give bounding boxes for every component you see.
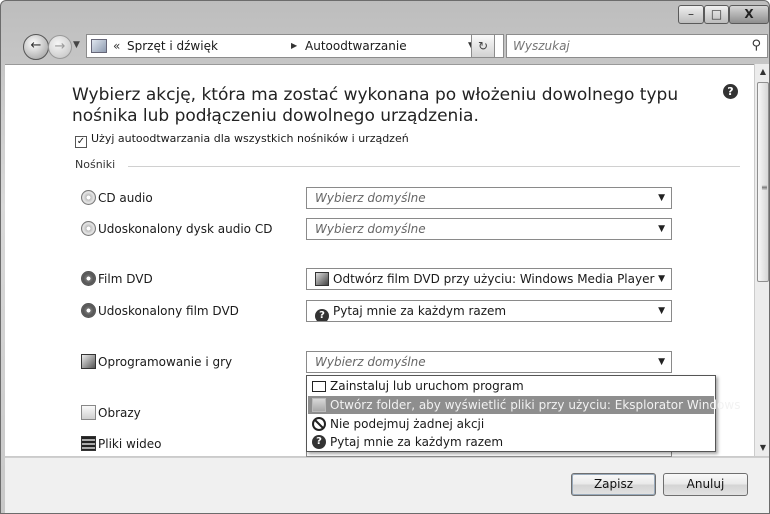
maximize-button[interactable]: □ <box>704 5 729 24</box>
group-divider <box>128 166 740 167</box>
media-label: Obrazy <box>98 406 141 420</box>
action-select-cd-audio[interactable]: Wybierz domyślne ▼ <box>306 187 672 209</box>
recent-pages-chevron-icon[interactable]: ▼ <box>73 40 80 50</box>
navigation-bar: ← → ▼ « Sprzęt i dźwięk ▶ Autoodtwarzani… <box>1 29 769 63</box>
dropdown-option-open-folder[interactable]: Otwórz folder, aby wyświetlić pliki przy… <box>308 396 740 414</box>
dropdown-option-label: Otwórz folder, aby wyświetlić pliki przy… <box>330 398 741 412</box>
control-panel-icon <box>91 39 107 53</box>
action-dropdown-list[interactable]: Zainstaluj lub uruchom program Otwórz fo… <box>306 375 740 452</box>
window-icon <box>312 381 326 392</box>
cancel-button[interactable]: Anuluj <box>663 473 748 496</box>
close-button[interactable]: X <box>729 5 769 24</box>
scrollbar-thumb[interactable]: ≡ <box>757 82 769 282</box>
folder-icon <box>312 398 326 412</box>
select-value: Wybierz domyślne <box>315 222 426 236</box>
save-button[interactable]: Zapisz <box>571 473 656 496</box>
dvd-icon <box>81 271 96 286</box>
action-select-software-games[interactable]: Wybierz domyślne ▼ <box>306 351 672 373</box>
dvd-icon <box>81 303 96 318</box>
select-value: Odtwórz film DVD przy użyciu: Windows Me… <box>333 272 655 286</box>
dropdown-option-no-action[interactable]: Nie podejmuj żadnej akcji <box>308 415 714 433</box>
breadcrumb-item-hardware-sound[interactable]: Sprzęt i dźwięk <box>127 35 218 57</box>
use-autoplay-checkbox-row[interactable]: ✓ Użyj autoodtwarzania dla wszystkich noś… <box>75 132 409 148</box>
chevron-down-icon[interactable]: ▼ <box>658 188 665 208</box>
select-value: Pytaj mnie za każdym razem <box>333 304 507 318</box>
page-heading: Wybierz akcję, która ma zostać wykonana … <box>72 85 679 126</box>
scroll-down-icon[interactable]: ▼ <box>755 440 769 456</box>
media-row-software-games: Oprogramowanie i gry Wybierz domyślne ▼ <box>81 351 751 373</box>
media-group-label: Nośniki <box>75 158 116 171</box>
action-select-dvd-movie[interactable]: Odtwórz film DVD przy użyciu: Windows Me… <box>306 268 672 290</box>
action-select-enhanced-dvd-movie[interactable]: ? Pytaj mnie za każdym razem ▼ <box>306 300 672 322</box>
chevron-down-icon[interactable]: ▼ <box>658 352 665 372</box>
media-row-enhanced-audio-cd: Udoskonalony dysk audio CD Wybierz domyś… <box>81 218 751 240</box>
dropdown-option-label: Zainstaluj lub uruchom program <box>330 379 524 393</box>
dropdown-option-ask-every-time[interactable]: ? Pytaj mnie za każdym razem <box>308 433 714 451</box>
chevron-down-icon[interactable]: ▼ <box>658 219 665 239</box>
image-icon <box>81 405 96 420</box>
cd-icon <box>81 221 96 236</box>
chevron-down-icon[interactable]: ▼ <box>658 301 665 321</box>
media-label: CD audio <box>98 191 153 205</box>
refresh-button[interactable]: ↻ <box>471 34 495 58</box>
vertical-scrollbar[interactable]: ▲ ≡ ▼ <box>754 64 769 456</box>
select-value: Wybierz domyślne <box>315 355 426 369</box>
select-value: Wybierz domyślne <box>315 191 426 205</box>
no-action-icon <box>312 417 326 431</box>
media-row-dvd-movie: Film DVD Odtwórz film DVD przy użyciu: W… <box>81 268 751 290</box>
use-autoplay-label[interactable]: Użyj autoodtwarzania dla wszystkich nośn… <box>91 132 409 145</box>
dropdown-option-install-run[interactable]: Zainstaluj lub uruchom program <box>308 377 714 395</box>
breadcrumb-item-autoplay[interactable]: Autoodtwarzanie <box>305 35 407 57</box>
media-label: Udoskonalony dysk audio CD <box>98 222 273 236</box>
question-icon: ? <box>312 435 326 449</box>
media-label: Udoskonalony film DVD <box>98 304 239 318</box>
media-row-enhanced-dvd-movie: Udoskonalony film DVD ? Pytaj mnie za każ… <box>81 300 751 322</box>
search-input[interactable] <box>513 36 733 56</box>
forward-button[interactable]: → <box>48 35 72 59</box>
help-icon[interactable]: ? <box>723 84 738 99</box>
chevron-down-icon[interactable]: ▼ <box>658 269 665 289</box>
media-row-cd-audio: CD audio Wybierz domyślne ▼ <box>81 187 751 209</box>
dropdown-option-label: Pytaj mnie za każdym razem <box>330 435 504 449</box>
autoplay-window: – □ X ← → ▼ « Sprzęt i dźwięk ▶ Autoodtw… <box>0 0 770 514</box>
program-icon <box>81 354 96 369</box>
minimize-button[interactable]: – <box>678 5 704 24</box>
cd-icon <box>81 190 96 205</box>
media-player-icon <box>315 272 329 286</box>
breadcrumb-overflow[interactable]: « <box>113 35 120 57</box>
media-label: Film DVD <box>98 272 153 286</box>
breadcrumb-separator-icon[interactable]: ▶ <box>291 35 297 57</box>
back-button[interactable]: ← <box>23 34 49 60</box>
action-select-enhanced-audio-cd[interactable]: Wybierz domyślne ▼ <box>306 218 672 240</box>
use-autoplay-checkbox[interactable]: ✓ <box>75 136 87 148</box>
dropdown-option-label: Nie podejmuj żadnej akcji <box>330 417 485 431</box>
address-bar[interactable]: « Sprzęt i dźwięk ▶ Autoodtwarzanie ▼ <box>86 34 504 58</box>
media-label: Pliki wideo <box>98 437 162 451</box>
media-label: Oprogramowanie i gry <box>98 355 233 369</box>
search-box[interactable]: ⚲ <box>506 34 768 58</box>
question-icon: ? <box>315 309 329 321</box>
search-icon[interactable]: ⚲ <box>751 35 761 57</box>
video-icon <box>81 436 96 451</box>
grip-icon: ≡ <box>761 183 768 192</box>
scroll-up-icon[interactable]: ▲ <box>755 64 769 80</box>
